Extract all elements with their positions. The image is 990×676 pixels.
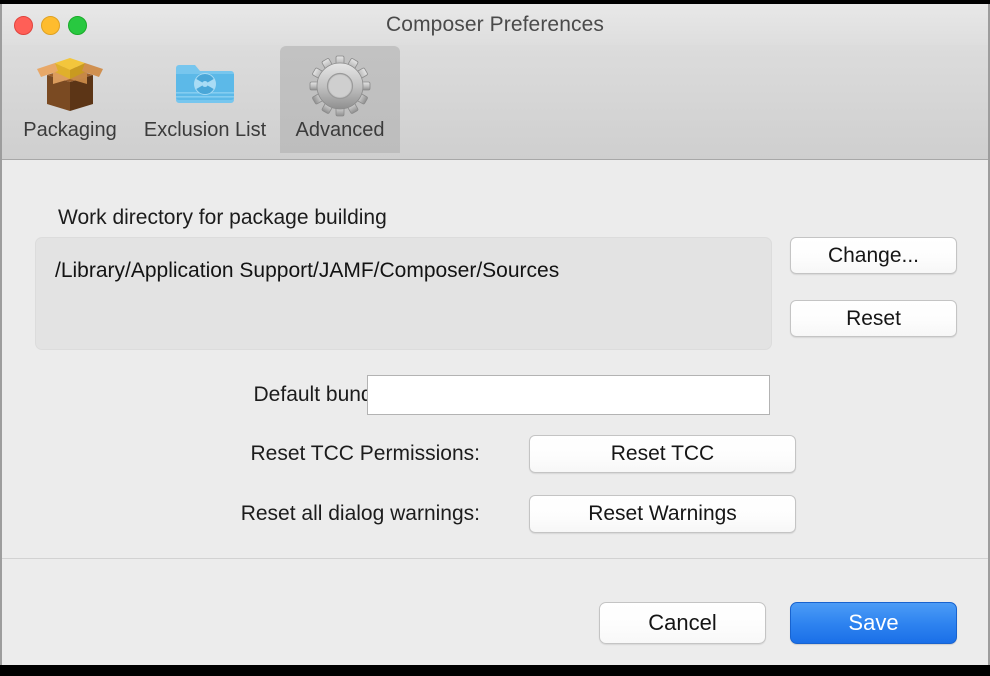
- work-directory-heading: Work directory for package building: [58, 206, 387, 229]
- gear-icon: [309, 55, 371, 117]
- change-directory-button[interactable]: Change...: [790, 237, 957, 274]
- cancel-button[interactable]: Cancel: [599, 602, 766, 644]
- bundle-identifier-row: Default bundle identifier:: [2, 375, 988, 415]
- tab-exclusion-list[interactable]: Exclusion List: [130, 46, 280, 153]
- tab-advanced-label: Advanced: [295, 119, 385, 141]
- window-title: Composer Preferences: [386, 13, 604, 36]
- advanced-panel: Work directory for package building /Lib…: [2, 160, 988, 559]
- tab-exclusion-list-label: Exclusion List: [143, 119, 267, 141]
- reset-warnings-label: Reset all dialog warnings:: [240, 502, 480, 525]
- reset-warnings-row: Reset all dialog warnings: Reset Warning…: [2, 494, 988, 534]
- preferences-window: Composer Preferences Packaging Exclusion…: [0, 4, 990, 665]
- reset-tcc-label: Reset TCC Permissions:: [250, 442, 480, 465]
- window-titlebar: Composer Preferences: [2, 4, 988, 45]
- reset-tcc-button[interactable]: Reset TCC: [529, 435, 796, 473]
- work-directory-path-box[interactable]: /Library/Application Support/JAMF/Compos…: [35, 237, 772, 350]
- save-button[interactable]: Save: [790, 602, 957, 644]
- reset-tcc-row: Reset TCC Permissions: Reset TCC: [2, 434, 988, 474]
- burn-folder-icon: [172, 55, 238, 117]
- tab-packaging[interactable]: Packaging: [10, 46, 130, 153]
- dialog-footer: Cancel Save: [2, 559, 988, 665]
- reset-warnings-button[interactable]: Reset Warnings: [529, 495, 796, 533]
- preferences-toolbar: Packaging Exclusion List Advanced: [2, 45, 988, 160]
- reset-directory-button[interactable]: Reset: [790, 300, 957, 337]
- tab-advanced[interactable]: Advanced: [280, 46, 400, 153]
- open-box-icon: [33, 55, 107, 117]
- bundle-identifier-input[interactable]: [367, 375, 770, 415]
- tab-packaging-label: Packaging: [23, 119, 117, 141]
- work-directory-path: /Library/Application Support/JAMF/Compos…: [55, 259, 560, 282]
